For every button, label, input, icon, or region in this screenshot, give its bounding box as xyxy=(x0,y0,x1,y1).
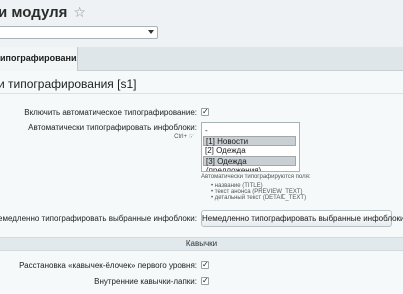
cursor-icon: ☞ xyxy=(186,134,194,140)
site-select[interactable] xyxy=(0,26,158,39)
auto-iblocks-label: Автоматически типографировать инфоблоки: xyxy=(28,123,197,132)
iblocks-listbox[interactable]: - [1] Новости [2] Одежда [3] Одежда (пре… xyxy=(201,122,300,172)
list-item[interactable]: - xyxy=(203,126,296,136)
quotes-section-heading: Кавычки xyxy=(0,237,403,251)
ctrl-hint-text: Ctrl+ xyxy=(174,134,187,140)
star-icon[interactable]: ☆ xyxy=(73,4,86,21)
ctrl-hint: Ctrl+ ☞ xyxy=(174,133,194,140)
tab-bar: ипографирования [s1] xyxy=(0,47,403,72)
fields-hint-title: Автоматически типографируются поля: xyxy=(201,174,311,180)
tab-typograph-s1[interactable]: ипографирования [s1] xyxy=(0,47,78,72)
tab-label: ипографирования [s1] xyxy=(0,53,78,63)
apply-now-button[interactable]: Немедленно типографировать выбранные инф… xyxy=(201,210,403,227)
fields-hint-text: детальный текст (DETAIL_TEXT) xyxy=(214,195,307,201)
auto-typograph-label: Включить автоматическое типографирование… xyxy=(24,108,197,117)
first-level-quotes-label: Расстановка «кавычек-ёлочек» первого уро… xyxy=(19,261,197,270)
list-item[interactable]: [3] Одежда (предложения) xyxy=(203,156,296,171)
settings-panel: и типографирования [s1] Включить автомат… xyxy=(0,71,403,294)
inner-quotes-checkbox[interactable]: ✓ xyxy=(201,277,209,285)
fields-hint-item: • детальный текст (DETAIL_TEXT) xyxy=(211,195,307,201)
page-title-text: и модуля xyxy=(0,4,68,21)
inner-quotes-label: Внутренние кавычки-лапки: xyxy=(94,277,197,286)
page-title: и модуля ☆ xyxy=(0,4,86,21)
first-level-quotes-checkbox[interactable]: ✓ xyxy=(201,261,209,269)
list-item[interactable]: [1] Новости xyxy=(203,136,296,146)
apply-now-label: Немедленно типографировать выбранные инф… xyxy=(0,214,197,223)
auto-typograph-checkbox[interactable]: ✓ xyxy=(201,108,209,116)
section-title: и типографирования [s1] xyxy=(0,77,137,91)
chevron-down-icon xyxy=(148,30,154,34)
list-item[interactable]: [2] Одежда xyxy=(203,146,296,156)
divider xyxy=(0,93,403,94)
